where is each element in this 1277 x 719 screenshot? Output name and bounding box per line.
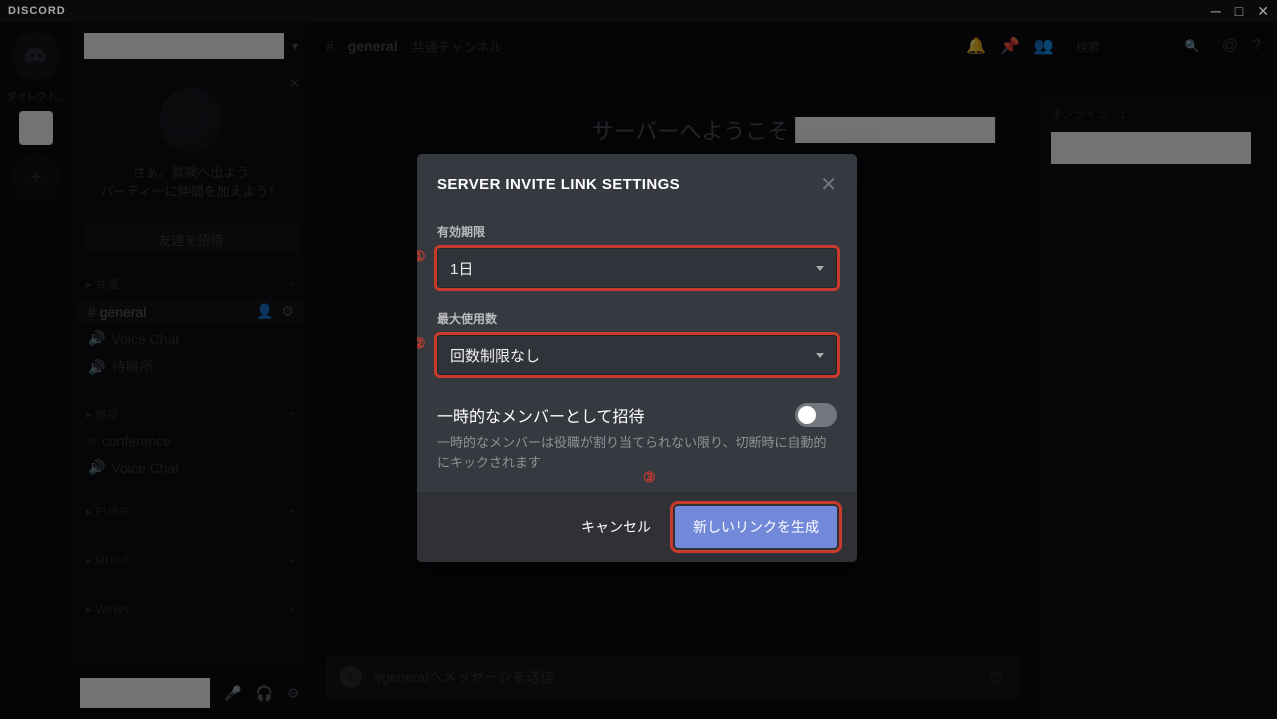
- temp-member-toggle[interactable]: [795, 403, 837, 427]
- expiry-value: 1日: [450, 258, 473, 279]
- max-uses-label: 最大使用数: [437, 310, 837, 327]
- expiry-select[interactable]: 1日: [437, 248, 837, 288]
- caret-down-icon: [816, 353, 824, 358]
- temp-member-desc: 一時的なメンバーは役職が割り当てられない限り、切断時に自動的にキックされます: [437, 433, 837, 472]
- titlebar: DISCORD ─ □ ✕: [0, 0, 1277, 22]
- modal-close-icon[interactable]: ✕: [820, 172, 837, 197]
- annotation-3: ③: [643, 469, 656, 486]
- window-controls: ─ □ ✕: [1211, 3, 1269, 20]
- annotation-1: ①: [417, 248, 426, 265]
- cancel-button[interactable]: キャンセル: [567, 507, 665, 547]
- close-icon[interactable]: ✕: [1257, 3, 1269, 20]
- annotation-2: ②: [417, 335, 426, 352]
- caret-down-icon: [816, 266, 824, 271]
- app-brand: DISCORD: [8, 5, 66, 17]
- generate-link-button[interactable]: 新しいリンクを生成: [675, 506, 837, 548]
- maximize-icon[interactable]: □: [1235, 3, 1243, 20]
- minimize-icon[interactable]: ─: [1211, 3, 1221, 20]
- temp-member-label: 一時的なメンバーとして招待: [437, 403, 645, 427]
- max-uses-value: 回数制限なし: [450, 345, 540, 366]
- expiry-label: 有効期限: [437, 223, 837, 240]
- max-uses-select[interactable]: 回数制限なし: [437, 335, 837, 375]
- modal-title: SERVER INVITE LINK SETTINGS: [437, 176, 680, 193]
- invite-settings-modal: SERVER INVITE LINK SETTINGS ✕ 有効期限 ① 1日 …: [417, 154, 857, 562]
